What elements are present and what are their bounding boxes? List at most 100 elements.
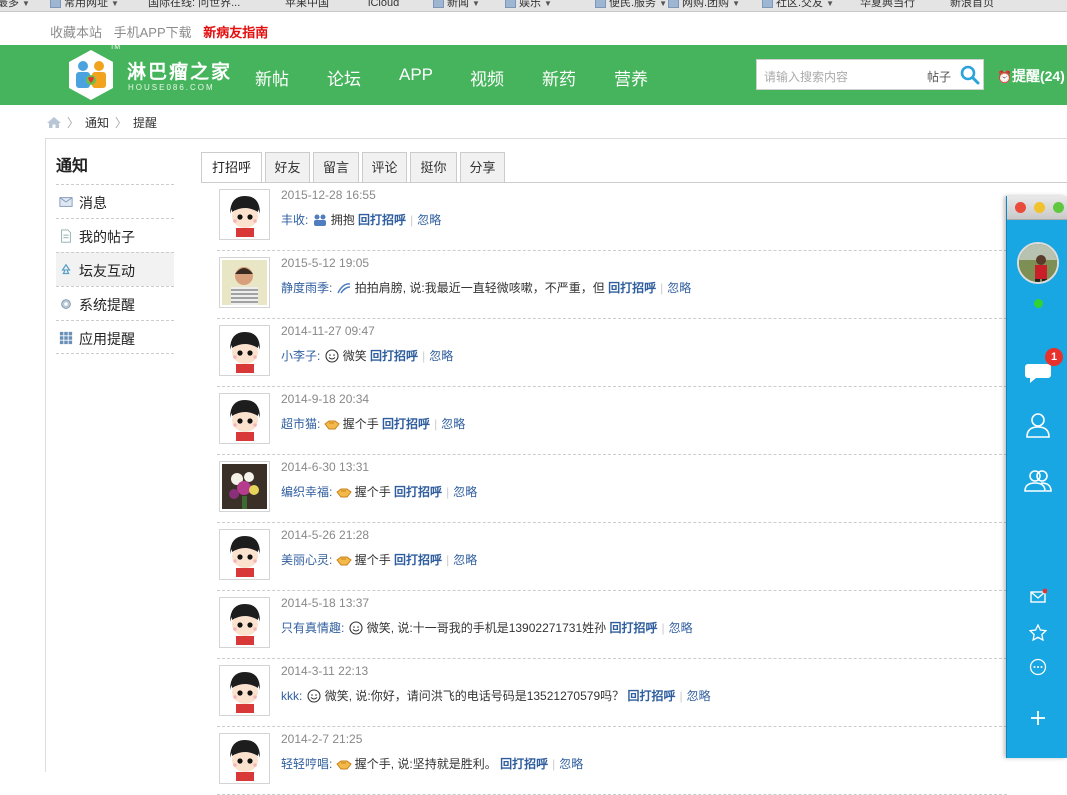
favorite-link[interactable]: 收藏本站	[50, 25, 102, 40]
reminder-link[interactable]: ⏰提醒(24)	[997, 66, 1065, 86]
bookmark-item[interactable]: 最多▼	[0, 0, 30, 11]
avatar[interactable]	[219, 733, 270, 784]
tab[interactable]: 挺你	[410, 152, 457, 183]
user-name-link[interactable]: 静度雨季:	[281, 281, 332, 295]
nav-new-posts[interactable]: 新帖	[255, 65, 289, 90]
reply-greeting-link[interactable]: 回打招呼	[394, 553, 442, 567]
ignore-link[interactable]: 忽略	[441, 417, 465, 431]
bookmark-item[interactable]: 国际在线: 问世界...	[148, 0, 240, 10]
alarm-clock-icon: ⏰	[997, 70, 1012, 84]
greeting-message: , 说:你好，请问洪飞的电话号码是13521270579吗？	[348, 689, 625, 703]
ignore-link[interactable]: 忽略	[429, 349, 453, 363]
avatar[interactable]	[219, 461, 270, 512]
sidebar-item[interactable]: 系统提醒	[56, 286, 174, 320]
ignore-link[interactable]: 忽略	[687, 689, 711, 703]
app-download-link[interactable]: 手机APP下载	[114, 25, 192, 40]
handshake-icon	[323, 420, 340, 430]
reply-greeting-link[interactable]: 回打招呼	[382, 417, 430, 431]
user-name-link[interactable]: 只有真情趣:	[281, 621, 344, 635]
bookmark-item[interactable]: iCloud	[368, 0, 399, 10]
more-icon[interactable]	[1029, 658, 1047, 676]
notice-time: 2014-5-18 13:37	[281, 596, 370, 610]
bookmark-item[interactable]: 便民.服务 ▼	[595, 0, 667, 11]
nav-video[interactable]: 视频	[470, 65, 504, 90]
nav-forum[interactable]: 论坛	[327, 65, 361, 90]
search-icon[interactable]	[960, 65, 980, 85]
bookmark-item[interactable]: 社区.交友 ▼	[762, 0, 834, 11]
close-button[interactable]	[1015, 202, 1026, 213]
user-name-link[interactable]: 丰收:	[281, 213, 308, 227]
list-item: 2015-12-28 16:55 丰收: 拥抱 回打招呼 | 忽略	[217, 183, 1007, 251]
handshake-icon	[335, 488, 352, 498]
bookmarks-bar: 最多▼ 常用网址▼ 国际在线: 问世界... 苹果中国 iCloud 新闻▼ 娱乐▼ 便民.服…	[0, 0, 1067, 12]
search-input[interactable]: 请输入搜索内容	[764, 68, 848, 85]
bookmark-item[interactable]: 娱乐 ▼	[505, 0, 552, 11]
ignore-link[interactable]: 忽略	[667, 281, 691, 295]
bookmark-item[interactable]: 华夏典当行	[860, 0, 915, 10]
avatar[interactable]	[219, 665, 270, 716]
tab[interactable]: 好友	[265, 152, 310, 183]
bookmark-item[interactable]: 常用网址 ▼	[50, 0, 119, 11]
site-logo[interactable]	[66, 49, 116, 101]
sidebar-item[interactable]: 坛友互动	[56, 252, 174, 286]
user-name-link[interactable]: 小李子:	[281, 349, 320, 363]
reply-greeting-link[interactable]: 回打招呼	[627, 689, 675, 703]
separator: |	[434, 417, 438, 431]
tab[interactable]: 分享	[460, 152, 505, 183]
ignore-link[interactable]: 忽略	[559, 757, 583, 771]
bookmark-item[interactable]: 苹果中国	[285, 0, 329, 10]
add-icon[interactable]	[1029, 709, 1047, 727]
star-icon[interactable]	[1029, 624, 1047, 642]
user-name-link[interactable]: 超市猫:	[281, 417, 320, 431]
nav-app[interactable]: APP	[399, 65, 433, 85]
sidebar-item[interactable]: 应用提醒	[56, 320, 174, 354]
sidebar-item[interactable]: 消息	[56, 184, 174, 218]
home-icon[interactable]	[47, 117, 61, 128]
reply-greeting-link[interactable]: 回打招呼	[609, 621, 657, 635]
reply-greeting-link[interactable]: 回打招呼	[358, 213, 406, 227]
panel-user-avatar[interactable]	[1017, 242, 1059, 284]
mail-icon[interactable]	[1029, 588, 1047, 606]
default-avatar-cartoon	[222, 736, 267, 781]
reply-greeting-link[interactable]: 回打招呼	[608, 281, 656, 295]
avatar[interactable]	[219, 529, 270, 580]
ignore-link[interactable]: 忽略	[669, 621, 693, 635]
ignore-link[interactable]: 忽略	[417, 213, 441, 227]
breadcrumb-notice[interactable]: 通知	[85, 116, 109, 130]
bookmark-label: iCloud	[368, 0, 400, 9]
bookmark-item[interactable]: 新闻 ▼	[433, 0, 480, 11]
nav-nutrition[interactable]: 营养	[614, 65, 648, 90]
user-name-link[interactable]: kkk:	[281, 689, 302, 703]
search-category-select[interactable]: 帖子	[927, 68, 951, 85]
sidebar-item[interactable]: 我的帖子	[56, 218, 174, 252]
nav-new-drugs[interactable]: 新药	[542, 65, 576, 90]
avatar[interactable]	[219, 393, 270, 444]
avatar[interactable]	[219, 257, 270, 308]
default-avatar-cartoon	[222, 396, 267, 441]
bookmark-item[interactable]: 网购.团购 ▼	[668, 0, 740, 11]
reply-greeting-link[interactable]: 回打招呼	[394, 485, 442, 499]
ignore-link[interactable]: 忽略	[453, 485, 477, 499]
tab[interactable]: 留言	[313, 152, 359, 183]
minimize-button[interactable]	[1034, 202, 1045, 213]
avatar[interactable]	[219, 597, 270, 648]
user-name-link[interactable]: 编织幸福:	[281, 485, 332, 499]
user-name-link[interactable]: 轻轻哼唱:	[281, 757, 332, 771]
sidebar-item-label: 我的帖子	[79, 229, 135, 245]
grid-icon	[59, 331, 73, 345]
user-name-link[interactable]: 美丽心灵:	[281, 553, 332, 567]
new-patient-guide-link[interactable]: 新病友指南	[203, 25, 268, 40]
site-name[interactable]: 淋巴瘤之家	[127, 57, 232, 84]
tab[interactable]: 评论	[362, 152, 407, 183]
maximize-button[interactable]	[1053, 202, 1064, 213]
bookmark-item[interactable]: 新浪首页	[950, 0, 994, 10]
contact-icon[interactable]	[1024, 411, 1052, 439]
group-icon[interactable]	[1024, 467, 1052, 495]
tab[interactable]: 打招呼	[201, 152, 262, 183]
ignore-link[interactable]: 忽略	[453, 553, 477, 567]
dropdown-icon: ▼	[544, 0, 552, 8]
avatar[interactable]	[219, 189, 270, 240]
reply-greeting-link[interactable]: 回打招呼	[370, 349, 418, 363]
avatar[interactable]	[219, 325, 270, 376]
reply-greeting-link[interactable]: 回打招呼	[500, 757, 548, 771]
